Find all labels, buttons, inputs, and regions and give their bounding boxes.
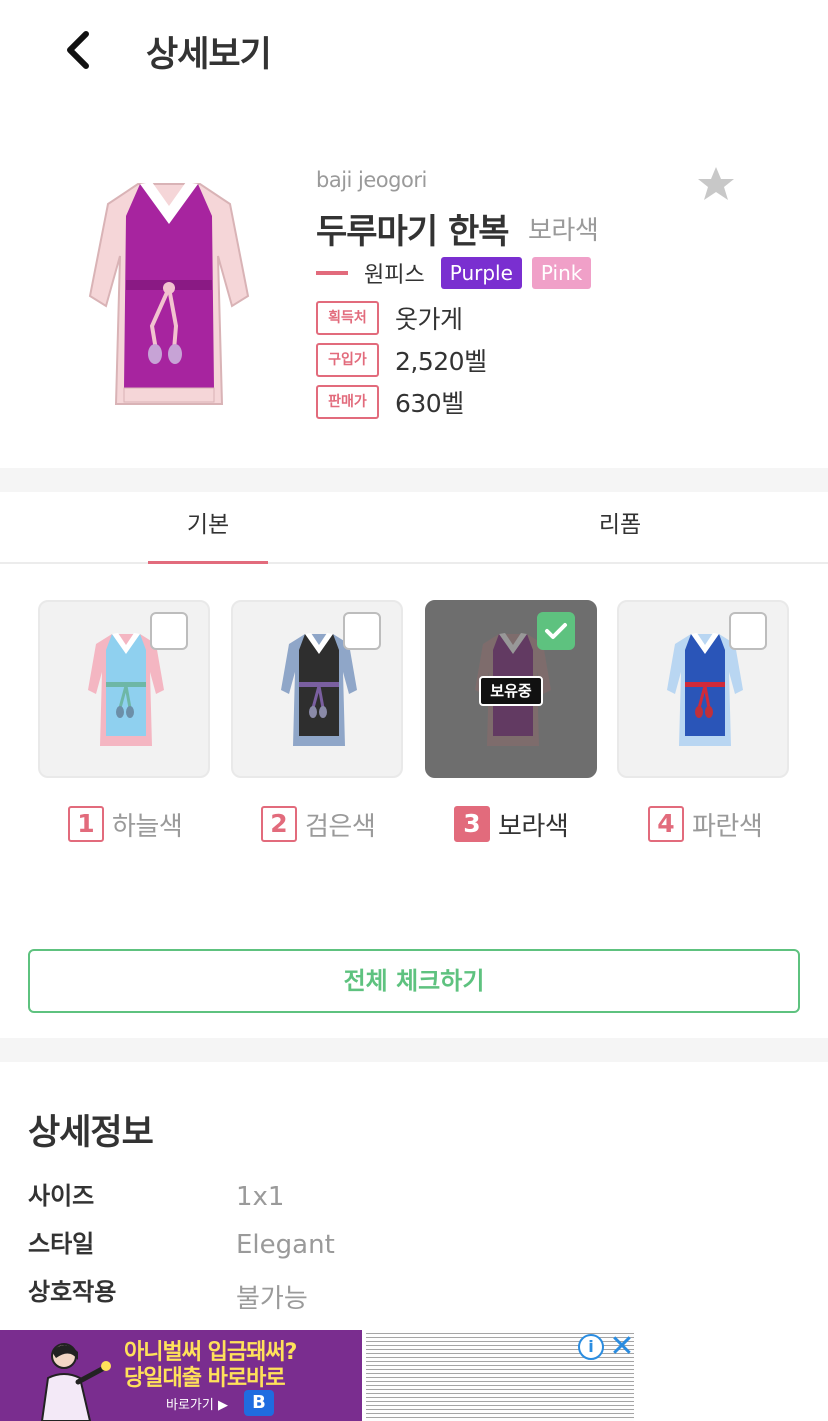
detail-label: 스타일	[28, 1230, 95, 1258]
variant-name: 검은색	[305, 811, 376, 842]
info-value: 630벨	[395, 389, 464, 418]
section-divider	[0, 1038, 828, 1062]
item-image	[86, 176, 252, 408]
detail-row-size: 사이즈 1x1	[28, 1176, 808, 1216]
info-row-sell-price: 판매가 630벨	[316, 384, 464, 420]
back-button[interactable]	[58, 28, 102, 72]
info-badge: 구입가	[316, 343, 379, 377]
info-row-buy-price: 구입가 2,520벨	[316, 342, 487, 378]
item-english-name: baji jeogori	[316, 168, 427, 192]
variant-name: 하늘색	[112, 811, 183, 842]
tab-active-indicator	[148, 561, 268, 564]
close-icon[interactable]: ✕	[608, 1332, 636, 1362]
detail-value: 1x1	[236, 1182, 285, 1212]
owned-badge: 보유중	[479, 676, 543, 706]
ad-person-illustration	[40, 1343, 111, 1421]
item-variant: 보라색	[528, 216, 599, 246]
app-header: 상세보기	[0, 0, 828, 100]
variant-card-3[interactable]: 보유중	[425, 600, 597, 778]
variant-caption-4: 4 파란색	[648, 806, 763, 842]
category-row: 원피스 Purple Pink	[316, 256, 601, 290]
section-divider	[0, 468, 828, 492]
variant-checkbox-checked[interactable]	[537, 612, 575, 650]
category-label: 원피스	[364, 263, 425, 288]
variant-card-1[interactable]	[38, 600, 210, 778]
checkmark-icon	[545, 623, 567, 639]
chevron-left-icon	[67, 31, 89, 69]
tab-label: 기본	[186, 512, 230, 538]
detail-value: 불가능	[236, 1284, 308, 1314]
variant-checkbox[interactable]	[729, 612, 767, 650]
item-name: 두루마기 한복	[316, 212, 510, 252]
ad-cta-label[interactable]: 바로가기 ▶	[166, 1394, 228, 1413]
variant-caption-2: 2 검은색	[261, 806, 376, 842]
variant-number: 4	[648, 806, 684, 842]
color-tag: Purple	[440, 257, 522, 289]
ad-banner[interactable]: 아니벌써 입금돼써? 당일대출 바로바로 바로가기 ▶ B i ✕	[0, 1330, 828, 1421]
color-tag: Pink	[531, 257, 592, 289]
tab-remake[interactable]: 리폼	[560, 492, 680, 564]
detail-row-style: 스타일 Elegant	[28, 1224, 808, 1264]
variant-caption-1: 1 하늘색	[68, 806, 183, 842]
info-icon[interactable]: i	[578, 1334, 604, 1360]
check-all-button[interactable]: 전체 체크하기	[28, 949, 800, 1013]
tab-basic[interactable]: 기본	[148, 492, 268, 564]
variant-tabs: 기본 리폼	[0, 492, 828, 564]
info-value: 옷가게	[395, 305, 463, 334]
detail-label: 상호작용	[28, 1278, 117, 1306]
variant-caption-3: 3 보라색	[454, 806, 569, 842]
info-badge: 획득처	[316, 301, 379, 335]
detail-label: 사이즈	[28, 1182, 95, 1210]
variant-name: 파란색	[692, 811, 763, 842]
tab-label: 리폼	[598, 512, 642, 538]
info-row-source: 획득처 옷가게	[316, 300, 463, 336]
detail-row-interaction: 상호작용 불가능	[28, 1272, 808, 1314]
ad-subheadline: 당일대출 바로바로	[124, 1366, 286, 1391]
detail-value: Elegant	[236, 1230, 335, 1260]
variant-card-4[interactable]	[617, 600, 789, 778]
ad-brand-logo: B	[244, 1390, 274, 1416]
variant-name: 보라색	[498, 811, 569, 842]
variant-card-2[interactable]	[231, 600, 403, 778]
favorite-button[interactable]	[696, 164, 736, 204]
variant-number: 1	[68, 806, 104, 842]
category-marker	[316, 271, 348, 275]
variant-number: 3	[454, 806, 490, 842]
variant-checkbox[interactable]	[343, 612, 381, 650]
variant-number: 2	[261, 806, 297, 842]
star-icon	[698, 167, 734, 200]
ad-creative[interactable]: 아니벌써 입금돼써? 당일대출 바로바로 바로가기 ▶ B	[0, 1330, 362, 1421]
details-title: 상세정보	[28, 1113, 154, 1153]
page-title: 상세보기	[146, 35, 272, 75]
info-value: 2,520벨	[395, 347, 487, 376]
variant-checkbox[interactable]	[150, 612, 188, 650]
info-badge: 판매가	[316, 385, 379, 419]
